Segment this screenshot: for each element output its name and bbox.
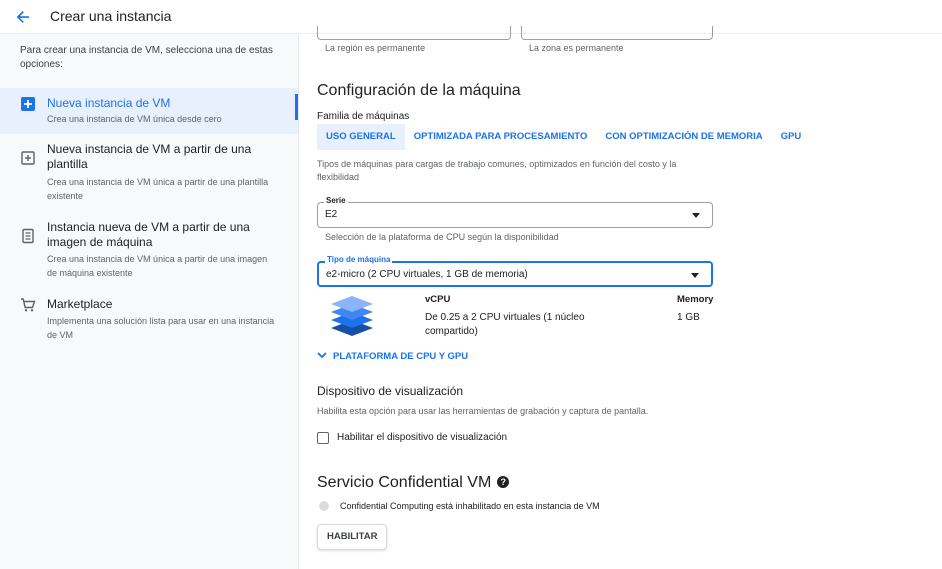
option-title: Nueva instancia de VM [47,96,171,110]
machine-family-tabs: USO GENERAL OPTIMIZADA PARA PROCESAMIENT… [317,124,810,150]
machine-image-icon [20,228,36,244]
tab-general-purpose[interactable]: USO GENERAL [317,124,405,150]
page-title: Crear una instancia [50,8,172,24]
template-icon [20,150,36,166]
vcpu-header: vCPU [425,294,451,305]
series-helper: Selección de la plataforma de CPU según … [325,232,559,242]
option-title: Nueva instancia de VM a partir de una pl… [47,142,252,171]
confidential-vm-title: Servicio Confidential VM? [317,474,510,492]
cpu-platform-toggle[interactable]: PLATAFORMA DE CPU Y GPU [317,351,468,362]
enable-confidential-button[interactable]: HABILITAR [317,524,388,550]
cart-icon [20,297,36,313]
vcpu-value: De 0.25 a 2 CPU virtuales (1 núcleo comp… [425,312,585,337]
creation-options-sidebar: Para crear una instancia de VM, seleccio… [0,34,298,569]
series-value: E2 [325,209,338,220]
display-device-desc: Habilita esta opción para usar las herra… [317,406,649,416]
add-box-icon [20,96,36,112]
help-icon[interactable]: ? [497,476,510,488]
option-title: Marketplace [47,297,113,311]
tab-gpu[interactable]: GPU [772,124,811,150]
region-select[interactable] [317,26,511,40]
cpu-platform-label: PLATAFORMA DE CPU Y GPU [333,351,469,362]
family-label: Familia de máquinas [317,111,410,122]
option-marketplace[interactable]: Marketplace Implementa una solución list… [0,294,298,348]
display-device-checkbox[interactable] [317,432,329,444]
option-vm-from-template[interactable]: Nueva instancia de VM a partir de una pl… [0,140,298,212]
stacked-layers-icon [329,290,375,343]
dropdown-arrow-icon [692,213,700,218]
series-label: Serie [324,196,348,205]
region-helper: La región es permanente [325,43,426,53]
main-form: La región es permanente La zona es perma… [299,26,942,569]
arrow-left-icon[interactable] [12,6,34,28]
option-desc: Crea una instancia de VM única desde cer… [47,114,222,124]
machine-config-title: Configuración de la máquina [317,82,521,99]
zone-select[interactable] [521,26,713,40]
confidential-vm-title-text: Servicio Confidential VM [317,474,492,491]
option-vm-from-machine-image[interactable]: Instancia nueva de VM a partir de una im… [0,218,298,288]
memory-header: Memory [677,294,714,305]
display-device-checkbox-label[interactable]: Habilitar el dispositivo de visualizació… [337,432,507,443]
zone-helper: La zona es permanente [529,43,624,53]
status-disabled-icon [319,501,329,511]
option-title: Instancia nueva de VM a partir de una im… [47,220,250,249]
option-desc: Crea una instancia de VM única a partir … [47,254,268,278]
chevron-down-icon [317,351,327,362]
series-select[interactable]: Serie E2 [317,196,713,228]
option-desc: Implementa una solución lista para usar … [47,316,275,340]
tab-memory-optimized[interactable]: CON OPTIMIZACIÓN DE MEMORIA [596,124,771,150]
confidential-status: Confidential Computing está inhabilitado… [340,501,600,511]
option-new-vm[interactable]: Nueva instancia de VM Crea una instancia… [0,88,298,134]
sidebar-intro: Para crear una instancia de VM, seleccio… [20,45,273,70]
machine-type-value: e2-micro (2 CPU virtuales, 1 GB de memor… [326,269,528,280]
tab-compute-optimized[interactable]: OPTIMIZADA PARA PROCESAMIENTO [405,124,597,150]
machine-type-select[interactable]: Tipo de máquina e2-micro (2 CPU virtuale… [317,255,713,287]
machine-type-label: Tipo de máquina [325,255,393,264]
display-device-title: Dispositivo de visualización [317,384,464,398]
dropdown-arrow-icon [691,273,699,278]
family-description: Tipos de máquinas para cargas de trabajo… [317,159,677,182]
memory-value: 1 GB [677,312,700,323]
option-desc: Crea una instancia de VM única a partir … [47,177,269,201]
